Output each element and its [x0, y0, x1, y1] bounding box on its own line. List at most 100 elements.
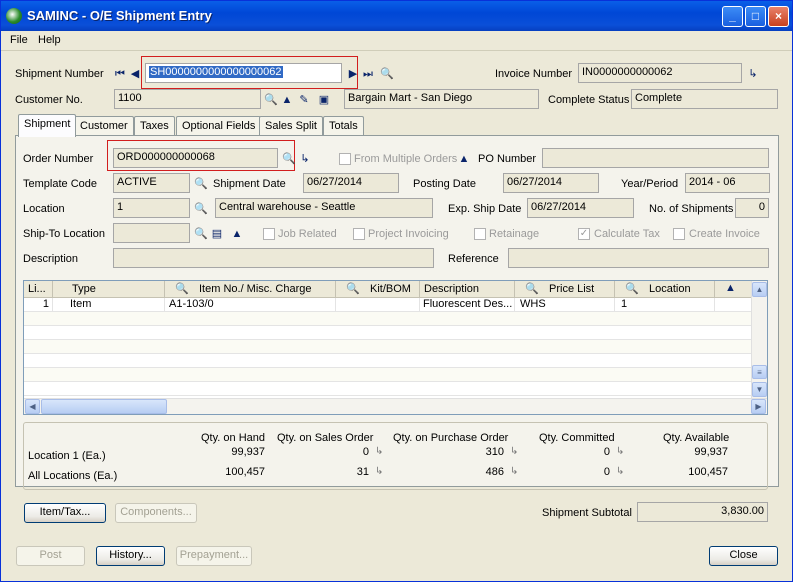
scroll-left-icon[interactable]: ◀	[25, 399, 40, 414]
reference-label: Reference	[448, 253, 499, 265]
window-title: SAMINC - O/E Shipment Entry	[27, 8, 212, 23]
column-header-kit-bom[interactable]: 🔍 Kit/BOM	[336, 281, 420, 298]
po-number-field[interactable]	[542, 148, 769, 168]
ship-to-finder-icon[interactable]: 🔍	[194, 228, 208, 240]
column-search-icon[interactable]: 🔍	[346, 282, 360, 295]
project-invoicing-checkbox[interactable]	[353, 228, 365, 240]
vertical-scrollbar[interactable]: ▲ ≡ ▼	[751, 281, 767, 399]
close-window-button[interactable]: ×	[768, 6, 789, 27]
table-row[interactable]: 1 Item A1-103/0 Fluorescent Des... WHS 1	[24, 298, 752, 312]
drilldown-icon[interactable]: ↳	[510, 446, 520, 458]
edit-customer-icon[interactable]: ✎	[298, 94, 310, 106]
search-icon[interactable]: 🔍	[380, 68, 394, 80]
scroll-right-icon[interactable]: ▶	[751, 399, 766, 414]
year-period-field[interactable]: 2014 - 06	[685, 173, 770, 193]
post-button[interactable]: Post	[16, 546, 85, 566]
location-field[interactable]: 1	[113, 198, 190, 218]
create-invoice-checkbox[interactable]	[673, 228, 685, 240]
drilldown-icon[interactable]: ↳	[375, 446, 385, 458]
table-row[interactable]	[24, 382, 752, 396]
customer-no-field[interactable]: 1100	[114, 89, 261, 109]
item-tax-button[interactable]: Item/Tax...	[24, 503, 106, 523]
job-related-checkbox[interactable]	[263, 228, 275, 240]
tab-taxes[interactable]: Taxes	[134, 116, 175, 136]
minimize-button[interactable]: _	[722, 6, 743, 27]
column-header-description[interactable]: Description	[420, 281, 515, 298]
order-finder-icon[interactable]: 🔍	[282, 153, 296, 165]
invoice-number-label: Invoice Number	[495, 68, 573, 80]
customer-card-icon[interactable]: ▣	[318, 94, 330, 106]
shipment-date-label: Shipment Date	[213, 178, 286, 190]
drilldown-icon[interactable]: ↳	[616, 446, 626, 458]
shipment-number-field[interactable]: SH0000000000000000062	[145, 63, 342, 83]
reference-field[interactable]	[508, 248, 769, 268]
template-code-field[interactable]: ACTIVE	[113, 173, 190, 193]
previous-record-icon[interactable]: ◀	[129, 68, 141, 80]
table-row[interactable]	[24, 312, 752, 326]
drilldown-icon[interactable]: ↳	[747, 68, 759, 80]
horizontal-scrollbar[interactable]: ◀ ▶	[24, 398, 767, 414]
column-search-icon[interactable]: 🔍	[175, 282, 189, 295]
detail-grid[interactable]: Li... Type 🔍 Item No./ Misc. Charge 🔍 Kit/…	[23, 280, 768, 415]
tab-optional-fields[interactable]: Optional Fields	[176, 116, 262, 136]
calculate-tax-checkbox[interactable]: ✓	[578, 228, 590, 240]
scroll-up-icon[interactable]: ▲	[752, 282, 767, 297]
location-finder-icon[interactable]: 🔍	[194, 203, 208, 215]
menu-file[interactable]: File	[10, 34, 28, 46]
maximize-button[interactable]: □	[745, 6, 766, 27]
project-invoicing-label: Project Invoicing	[368, 228, 449, 240]
order-number-field[interactable]: ORD000000000068	[113, 148, 278, 168]
ship-to-location-field[interactable]	[113, 223, 190, 243]
drilldown-icon[interactable]: ↳	[616, 466, 626, 478]
components-button[interactable]: Components...	[115, 503, 197, 523]
column-search-icon[interactable]: 🔍	[525, 282, 539, 295]
order-drilldown-icon[interactable]: ↳	[299, 153, 311, 165]
menu-help[interactable]: Help	[38, 34, 61, 46]
tab-sales-split[interactable]: Sales Split	[259, 116, 323, 136]
retainage-checkbox[interactable]	[474, 228, 486, 240]
drilldown-icon[interactable]: ↳	[510, 466, 520, 478]
column-header-item-no[interactable]: 🔍 Item No./ Misc. Charge	[165, 281, 336, 298]
job-related-label: Job Related	[278, 228, 337, 240]
from-multiple-orders-checkbox[interactable]	[339, 153, 351, 165]
ship-to-zoom-icon[interactable]: ▲	[231, 228, 243, 240]
scroll-down-icon[interactable]: ▼	[752, 382, 767, 397]
sort-up-icon[interactable]: ▲	[725, 282, 736, 294]
column-header-extra[interactable]: ▲	[715, 281, 752, 298]
tab-shipment[interactable]: Shipment	[18, 114, 77, 137]
horizontal-scroll-thumb[interactable]	[41, 399, 167, 414]
description-field[interactable]	[113, 248, 434, 268]
column-header-location[interactable]: 🔍 Location	[615, 281, 715, 298]
close-button[interactable]: Close	[709, 546, 778, 566]
ship-to-note-icon[interactable]: ▤	[211, 228, 223, 240]
column-search-icon[interactable]: 🔍	[625, 282, 639, 295]
last-record-icon[interactable]: ⏭	[362, 68, 374, 80]
drilldown-icon[interactable]: ↳	[375, 466, 385, 478]
prepayment-button[interactable]: Prepayment...	[176, 546, 252, 566]
table-row[interactable]	[24, 340, 752, 354]
table-row[interactable]	[24, 368, 752, 382]
column-header-location-label: Location	[649, 283, 691, 295]
po-zoom-icon[interactable]: ▲	[458, 153, 470, 165]
column-header-price-list[interactable]: 🔍 Price List	[515, 281, 615, 298]
next-record-icon[interactable]: ▶	[347, 68, 359, 80]
first-record-icon[interactable]: ⏮	[114, 68, 126, 80]
posting-date-field[interactable]: 06/27/2014	[503, 173, 599, 193]
tab-customer[interactable]: Customer	[74, 116, 134, 136]
zoom-up-icon[interactable]: ▲	[281, 94, 293, 106]
finder-icon[interactable]: 🔍	[264, 94, 278, 106]
invoice-number-field[interactable]: IN0000000000062	[578, 63, 742, 83]
template-finder-icon[interactable]: 🔍	[194, 178, 208, 190]
column-header-type[interactable]: Type	[53, 281, 165, 298]
all-locations-label: All Locations (Ea.)	[28, 470, 118, 482]
scroll-thumb[interactable]: ≡	[752, 365, 767, 379]
table-row[interactable]	[24, 354, 752, 368]
title-bar[interactable]: SAMINC - O/E Shipment Entry _ □ ×	[1, 1, 792, 31]
table-row[interactable]	[24, 326, 752, 340]
location-qty-on-hand: 99,937	[231, 446, 265, 458]
tab-totals[interactable]: Totals	[323, 116, 364, 136]
column-header-line[interactable]: Li...	[24, 281, 53, 298]
history-button[interactable]: History...	[96, 546, 165, 566]
shipment-date-field[interactable]: 06/27/2014	[303, 173, 399, 193]
exp-ship-date-field[interactable]: 06/27/2014	[527, 198, 634, 218]
